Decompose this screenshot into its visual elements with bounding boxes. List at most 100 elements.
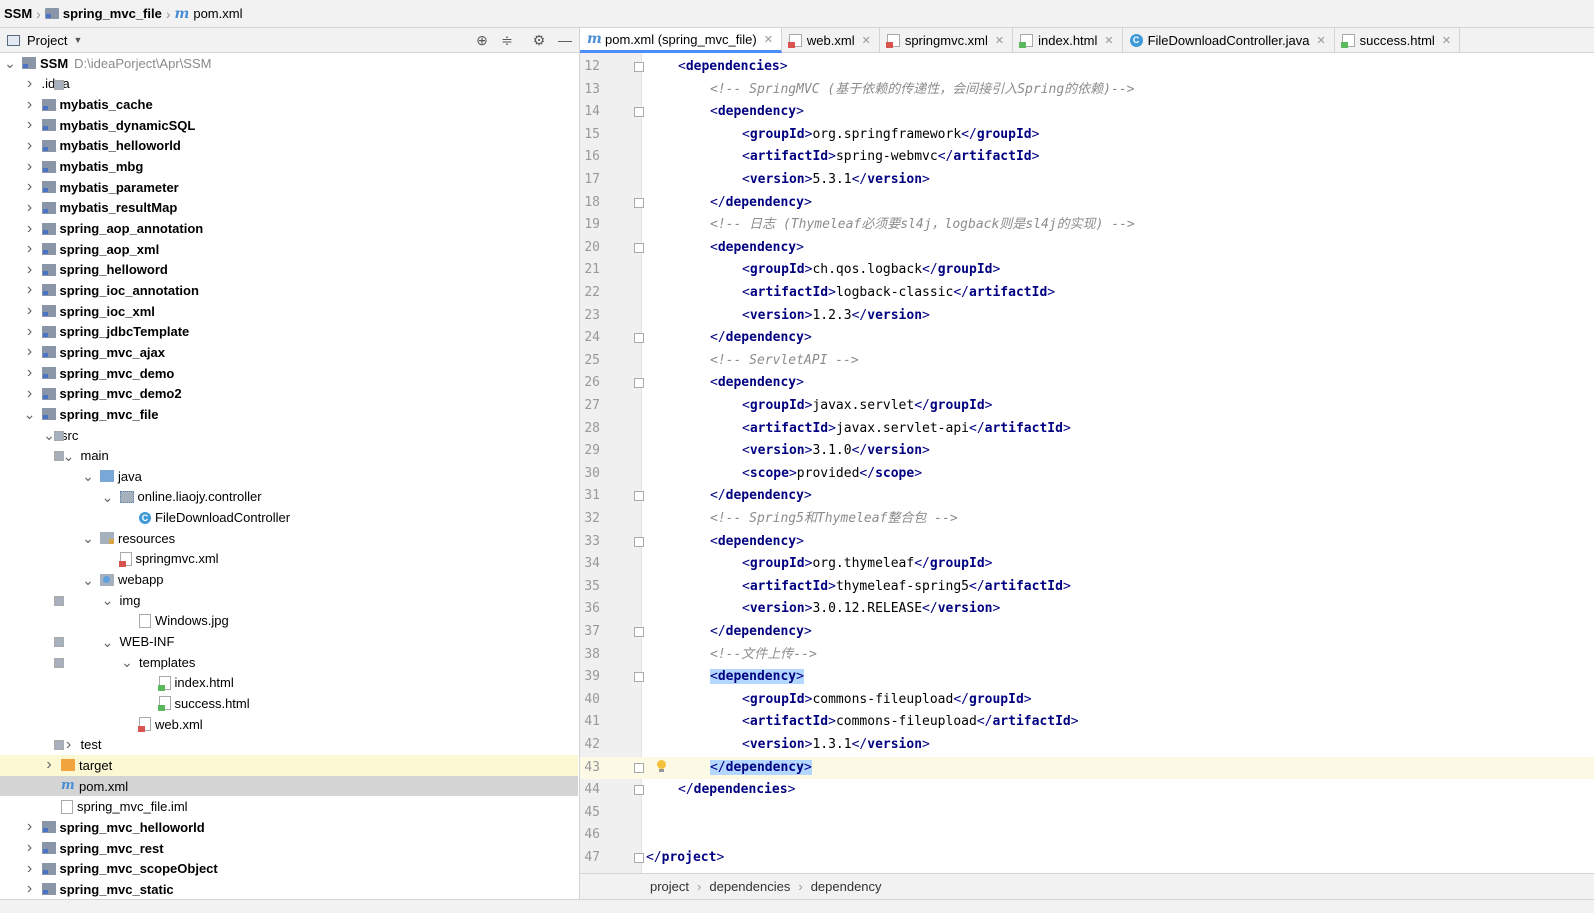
code-line[interactable]: 16 <artifactId>spring-webmvc</artifactId> — [580, 146, 1594, 169]
code-line[interactable]: 25 <!-- ServletAPI --> — [580, 350, 1594, 373]
chevron-right-icon[interactable]: › — [24, 880, 36, 898]
code-line[interactable]: 12 <dependencies> — [580, 56, 1594, 79]
code-line[interactable]: 20 <dependency> — [580, 237, 1594, 260]
code-line[interactable]: 28 <artifactId>javax.servlet-api</artifac… — [580, 418, 1594, 441]
code-line[interactable]: 46 — [580, 824, 1594, 847]
tree-item[interactable]: ⌄ src — [0, 425, 578, 446]
intention-bulb-icon[interactable] — [656, 759, 666, 774]
gear-icon[interactable]: ⚙ — [530, 31, 548, 49]
fold-marker-icon[interactable] — [634, 785, 644, 796]
chevron-right-icon[interactable]: › — [24, 240, 36, 258]
chevron-down-icon[interactable]: ⌄ — [102, 490, 114, 504]
code-line[interactable]: 30 <scope>provided</scope> — [580, 463, 1594, 486]
chevron-down-icon[interactable]: ⌄ — [82, 469, 94, 483]
tree-item[interactable]: › spring_jdbcTemplate — [0, 321, 578, 342]
chevron-right-icon[interactable]: › — [24, 261, 36, 279]
chevron-right-icon[interactable]: › — [24, 860, 36, 878]
code-line[interactable]: 45 — [580, 802, 1594, 825]
code-line[interactable]: 41 <artifactId>commons-fileupload</artifa… — [580, 711, 1594, 734]
tree-item[interactable]: ›.idea — [0, 74, 578, 95]
chevron-right-icon[interactable]: › — [24, 178, 36, 196]
fold-marker-icon[interactable] — [634, 62, 644, 72]
fold-marker-icon[interactable] — [634, 627, 644, 637]
chevron-right-icon[interactable]: › — [24, 281, 36, 299]
chevron-right-icon[interactable]: › — [24, 343, 36, 361]
editor-tab[interactable]: springmvc.xml ✕ — [880, 28, 1014, 53]
chevron-down-icon[interactable]: ⌄ — [102, 593, 114, 607]
editor-tab[interactable]: C FileDownloadController.java ✕ — [1123, 28, 1335, 53]
chevron-right-icon[interactable]: › — [43, 756, 55, 774]
close-icon[interactable]: ✕ — [1104, 34, 1113, 47]
code-line[interactable]: 36 <version>3.0.12.RELEASE</version> — [580, 598, 1594, 621]
code-line[interactable]: 31 </dependency> — [580, 485, 1594, 508]
tree-item[interactable]: › mybatis_parameter — [0, 177, 578, 198]
chevron-right-icon[interactable]: › — [24, 220, 36, 238]
code-line[interactable]: 26 <dependency> — [580, 372, 1594, 395]
locate-icon[interactable]: ⊕ — [473, 31, 491, 49]
code-line[interactable]: 24 </dependency> — [580, 327, 1594, 350]
tree-item[interactable]: springmvc.xml — [0, 549, 578, 570]
tree-item[interactable]: › spring_mvc_rest — [0, 838, 578, 859]
chevron-right-icon[interactable]: › — [24, 364, 36, 382]
close-icon[interactable]: ✕ — [1316, 34, 1325, 47]
chevron-right-icon[interactable]: › — [24, 199, 36, 217]
breadcrumb-ssm[interactable]: SSM — [4, 0, 32, 28]
code-line[interactable]: 19 <!-- 日志 (Thymeleaf必须要sl4j，logback则是sl4… — [580, 214, 1594, 237]
chevron-right-icon[interactable]: › — [24, 839, 36, 857]
tree-item[interactable]: Windows.jpg — [0, 611, 578, 632]
code-line[interactable]: 35 <artifactId>thymeleaf-spring5</artifac… — [580, 576, 1594, 599]
structure-breadcrumb-item[interactable]: dependencies — [709, 879, 790, 894]
close-icon[interactable]: ✕ — [862, 34, 871, 47]
chevron-right-icon[interactable]: › — [24, 385, 36, 403]
tree-item[interactable]: › spring_mvc_helloworld — [0, 817, 578, 838]
code-line[interactable]: 27 <groupId>javax.servlet</groupId> — [580, 395, 1594, 418]
tree-item[interactable]: ⌄ webapp — [0, 569, 578, 590]
fold-marker-icon[interactable] — [634, 672, 644, 683]
code-line[interactable]: 13 <!-- SpringMVC (基于依赖的传递性，会间接引入Spring的依… — [580, 79, 1594, 102]
fold-marker-icon[interactable] — [634, 378, 644, 389]
tree-item[interactable]: › spring_helloword — [0, 260, 578, 281]
chevron-down-icon[interactable]: ⌄ — [82, 531, 94, 545]
breadcrumb-module[interactable]: spring_mvc_file — [44, 0, 162, 28]
collapse-all-icon[interactable]: ≑ — [498, 31, 516, 49]
fold-marker-icon[interactable] — [634, 333, 644, 344]
code-line[interactable]: 43 </dependency> — [580, 756, 1594, 780]
tree-item[interactable]: › spring_mvc_ajax — [0, 342, 578, 363]
code-line[interactable]: 44 </dependencies> — [580, 779, 1594, 802]
tree-item[interactable]: › mybatis_resultMap — [0, 198, 578, 219]
tree-item[interactable]: success.html — [0, 693, 578, 714]
tree-item[interactable]: ⌄ templates — [0, 652, 578, 673]
tree-item[interactable]: › mybatis_helloworld — [0, 136, 578, 157]
code-line[interactable]: 18 </dependency> — [580, 192, 1594, 215]
tree-item[interactable]: index.html — [0, 673, 578, 694]
tree-item[interactable]: › spring_mvc_scopeObject — [0, 858, 578, 879]
close-icon[interactable]: ✕ — [764, 33, 773, 46]
code-line[interactable]: 21 <groupId>ch.qos.logback</groupId> — [580, 259, 1594, 282]
editor-tab[interactable]: m pom.xml (spring_mvc_file) ✕ — [580, 28, 782, 53]
code-line[interactable]: 17 <version>5.3.1</version> — [580, 169, 1594, 192]
tree-item[interactable]: › mybatis_cache — [0, 94, 578, 115]
chevron-down-icon[interactable]: ⌄ — [121, 655, 133, 669]
chevron-down-icon[interactable]: ⌄ — [24, 407, 36, 421]
fold-marker-icon[interactable] — [634, 762, 644, 773]
tree-item[interactable]: ⌄ img — [0, 590, 578, 611]
code-line[interactable]: 38 <!--文件上传--> — [580, 644, 1594, 667]
close-icon[interactable]: ✕ — [995, 34, 1004, 47]
code-line[interactable]: 33 <dependency> — [580, 531, 1594, 554]
chevron-down-icon[interactable]: ▼ — [73, 35, 82, 45]
code-editor[interactable]: 12 <dependencies> 13 <!-- SpringMVC (基于依赖的传… — [580, 53, 1594, 873]
tree-item[interactable]: › spring_aop_annotation — [0, 218, 578, 239]
fold-marker-icon[interactable] — [634, 491, 644, 502]
tree-item[interactable]: › mybatis_dynamicSQL — [0, 115, 578, 136]
chevron-down-icon[interactable]: ⌄ — [82, 573, 94, 587]
fold-marker-icon[interactable] — [634, 107, 644, 118]
tree-item[interactable]: ⌄ spring_mvc_file — [0, 404, 578, 425]
hide-panel-icon[interactable]: — — [556, 31, 574, 49]
tree-item[interactable]: ⌄ resources — [0, 528, 578, 549]
code-line[interactable]: 37 </dependency> — [580, 621, 1594, 644]
chevron-right-icon[interactable]: › — [24, 75, 36, 93]
chevron-down-icon[interactable]: ⌄ — [102, 635, 114, 649]
code-line[interactable]: 23 <version>1.2.3</version> — [580, 305, 1594, 328]
chevron-right-icon[interactable]: › — [24, 302, 36, 320]
code-line[interactable]: 15 <groupId>org.springframework</groupId> — [580, 124, 1594, 147]
